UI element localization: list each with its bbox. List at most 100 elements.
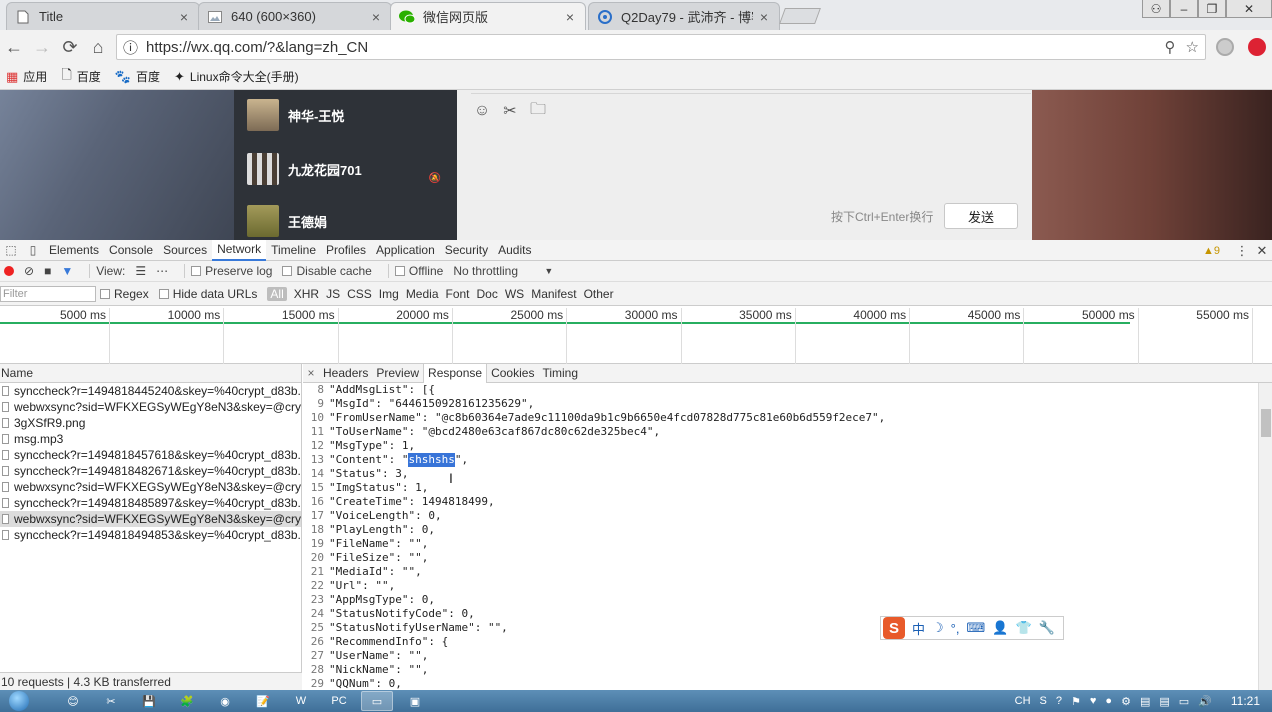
extension-adblock-icon[interactable] [1248, 38, 1266, 56]
tray-icon[interactable]: ♥ [1090, 695, 1097, 707]
regex-checkbox[interactable]: Regex [100, 287, 149, 301]
site-info-icon[interactable]: ⓘ [123, 37, 138, 58]
ime-mode[interactable]: 中 [912, 619, 925, 638]
maximize-button[interactable]: ❐ [1198, 0, 1226, 18]
bookmark-linux[interactable]: ✦ Linux命令大全(手册) [174, 68, 299, 85]
tab-console[interactable]: Console [104, 240, 158, 261]
minimize-button[interactable]: – [1170, 0, 1198, 18]
tab-preview[interactable]: Preview [372, 364, 423, 383]
bookmark-baidu-2[interactable]: 🐾 百度 [115, 68, 160, 85]
zoom-icon[interactable]: ⚲ [1165, 38, 1176, 56]
tab-security[interactable]: Security [440, 240, 493, 261]
taskbar-app-icon[interactable]: PC [323, 691, 355, 711]
tray-icon[interactable]: ▤ [1159, 695, 1169, 708]
taskbar-app-icon[interactable]: ▣ [399, 691, 431, 711]
clear-icon[interactable]: ⊘ [24, 264, 34, 278]
chat-item[interactable]: 九龙花园701 🔕 [234, 144, 457, 194]
filter-type-js[interactable]: JS [326, 287, 340, 301]
record-icon[interactable] [4, 266, 14, 276]
punctuation-icon[interactable]: °, [951, 621, 960, 636]
filter-type-xhr[interactable]: XHR [294, 287, 319, 301]
table-row[interactable]: msg.mp3 [0, 431, 301, 447]
home-button[interactable]: ⌂ [84, 33, 112, 61]
taskbar-app-icon[interactable]: 📝 [247, 691, 279, 711]
tab-wechat[interactable]: 微信网页版 × [390, 2, 586, 30]
forward-button[interactable]: → [28, 33, 56, 61]
filter-type-font[interactable]: Font [446, 287, 470, 301]
tab-timeline[interactable]: Timeline [266, 240, 321, 261]
tab-response[interactable]: Response [423, 363, 488, 383]
table-row[interactable]: webwxsync?sid=WFKXEGSyWEgY8eN3&skey=@cry… [0, 511, 301, 527]
table-row[interactable]: synccheck?r=1494818482671&skey=%40crypt_… [0, 463, 301, 479]
tab-title[interactable]: Title × [6, 2, 200, 30]
taskbar-app-icon[interactable]: ✂ [95, 691, 127, 711]
bookmark-baidu[interactable]: 🗋 百度 [61, 66, 100, 88]
filter-type-other[interactable]: Other [584, 287, 614, 301]
camera-icon[interactable]: ■ [44, 264, 51, 278]
close-detail-icon[interactable]: × [303, 366, 319, 380]
tab-elements[interactable]: Elements [44, 240, 104, 261]
tab-blog[interactable]: Q2Day79 - 武沛齐 - 博客 × [588, 2, 780, 30]
vertical-scrollbar[interactable] [1258, 383, 1272, 690]
tab-network[interactable]: Network [212, 239, 267, 261]
waterfall-icon[interactable]: ⋯ [156, 264, 168, 278]
close-tab-icon[interactable]: × [369, 9, 383, 25]
new-tab-button[interactable] [779, 8, 821, 24]
folder-icon[interactable]: 🗀 [529, 101, 547, 120]
preserve-log-checkbox[interactable]: Preserve log [191, 264, 272, 278]
device-toggle-icon[interactable]: ▯ [22, 240, 44, 261]
tray-icon[interactable]: ⚑ [1071, 695, 1081, 708]
taskbar-app-icon[interactable]: 😊 [57, 691, 89, 711]
tab-headers[interactable]: Headers [319, 364, 372, 383]
keyboard-icon[interactable]: ⌨ [966, 620, 985, 636]
network-overview[interactable]: 5000 ms 10000 ms 15000 ms 20000 ms 25000 ms 3… [0, 306, 1272, 364]
name-column-header[interactable]: Name [0, 364, 301, 383]
filter-type-css[interactable]: CSS [347, 287, 372, 301]
taskbar-app-icon[interactable]: W [285, 691, 317, 711]
chat-item[interactable]: 神华-王悦 [234, 90, 457, 140]
close-devtools-icon[interactable]: ✕ [1252, 243, 1272, 259]
user-icon[interactable]: 👤 [992, 620, 1008, 636]
taskbar-app-icon[interactable]: 💾 [133, 691, 165, 711]
tab-application[interactable]: Application [371, 240, 440, 261]
table-row[interactable]: 3gXSfR9.png [0, 415, 301, 431]
table-row[interactable]: synccheck?r=1494818485897&skey=%40crypt_… [0, 495, 301, 511]
tab-image[interactable]: 640 (600×360) × [198, 2, 392, 30]
wrench-icon[interactable]: 🔧 [1039, 620, 1055, 636]
close-window-button[interactable]: ✕ [1226, 0, 1272, 18]
filter-type-ws[interactable]: WS [505, 287, 524, 301]
filter-type-doc[interactable]: Doc [477, 287, 498, 301]
filter-type-all[interactable]: All [267, 286, 287, 301]
tray-icon[interactable]: ⚙ [1121, 695, 1131, 708]
scrollbar-thumb[interactable] [1261, 409, 1271, 437]
tab-cookies[interactable]: Cookies [487, 364, 538, 383]
ime-toolbar[interactable]: S 中 ☽ °, ⌨ 👤 👕 🔧 [880, 616, 1064, 640]
clock[interactable]: 11:21 [1231, 694, 1260, 708]
taskbar-app-icon[interactable]: 🧩 [171, 691, 203, 711]
user-icon[interactable]: ⚇ [1142, 0, 1170, 18]
offline-checkbox[interactable]: Offline [394, 264, 443, 278]
table-row[interactable]: synccheck?r=1494818494853&skey=%40crypt_… [0, 527, 301, 543]
throttling-select[interactable]: No throttling ▼ [453, 264, 553, 278]
tray-icon[interactable]: ▭ [1179, 695, 1189, 708]
skin-icon[interactable]: 👕 [1015, 620, 1031, 636]
taskbar-app-icon[interactable]: ▭ [361, 691, 393, 711]
more-menu-icon[interactable]: ⋮ [1232, 243, 1252, 259]
filter-icon[interactable]: ▼ [61, 264, 73, 278]
list-view-icon[interactable]: ☰ [135, 264, 146, 278]
send-button[interactable]: 发送 [944, 203, 1018, 229]
bookmark-apps[interactable]: ▦ 应用 [6, 68, 47, 85]
warning-count[interactable]: ▲9 [1203, 245, 1220, 257]
address-bar[interactable]: ⓘ https://wx.qq.com/?&lang=zh_CN ⚲ ☆ [116, 34, 1206, 60]
filter-type-manifest[interactable]: Manifest [531, 287, 576, 301]
tab-sources[interactable]: Sources [158, 240, 212, 261]
emoji-icon[interactable]: ☺ [473, 102, 491, 120]
extension-q-icon[interactable] [1216, 38, 1234, 56]
tray-icon[interactable]: ▤ [1140, 695, 1150, 708]
close-tab-icon[interactable]: × [757, 9, 771, 25]
response-body[interactable]: 8 "AddMsgList": [{9 "MsgId": "644615092816… [303, 383, 1258, 690]
table-row[interactable]: synccheck?r=1494818445240&skey=%40crypt_… [0, 383, 301, 399]
table-row[interactable]: synccheck?r=1494818457618&skey=%40crypt_… [0, 447, 301, 463]
disable-cache-checkbox[interactable]: Disable cache [282, 264, 372, 278]
filter-type-img[interactable]: Img [379, 287, 399, 301]
